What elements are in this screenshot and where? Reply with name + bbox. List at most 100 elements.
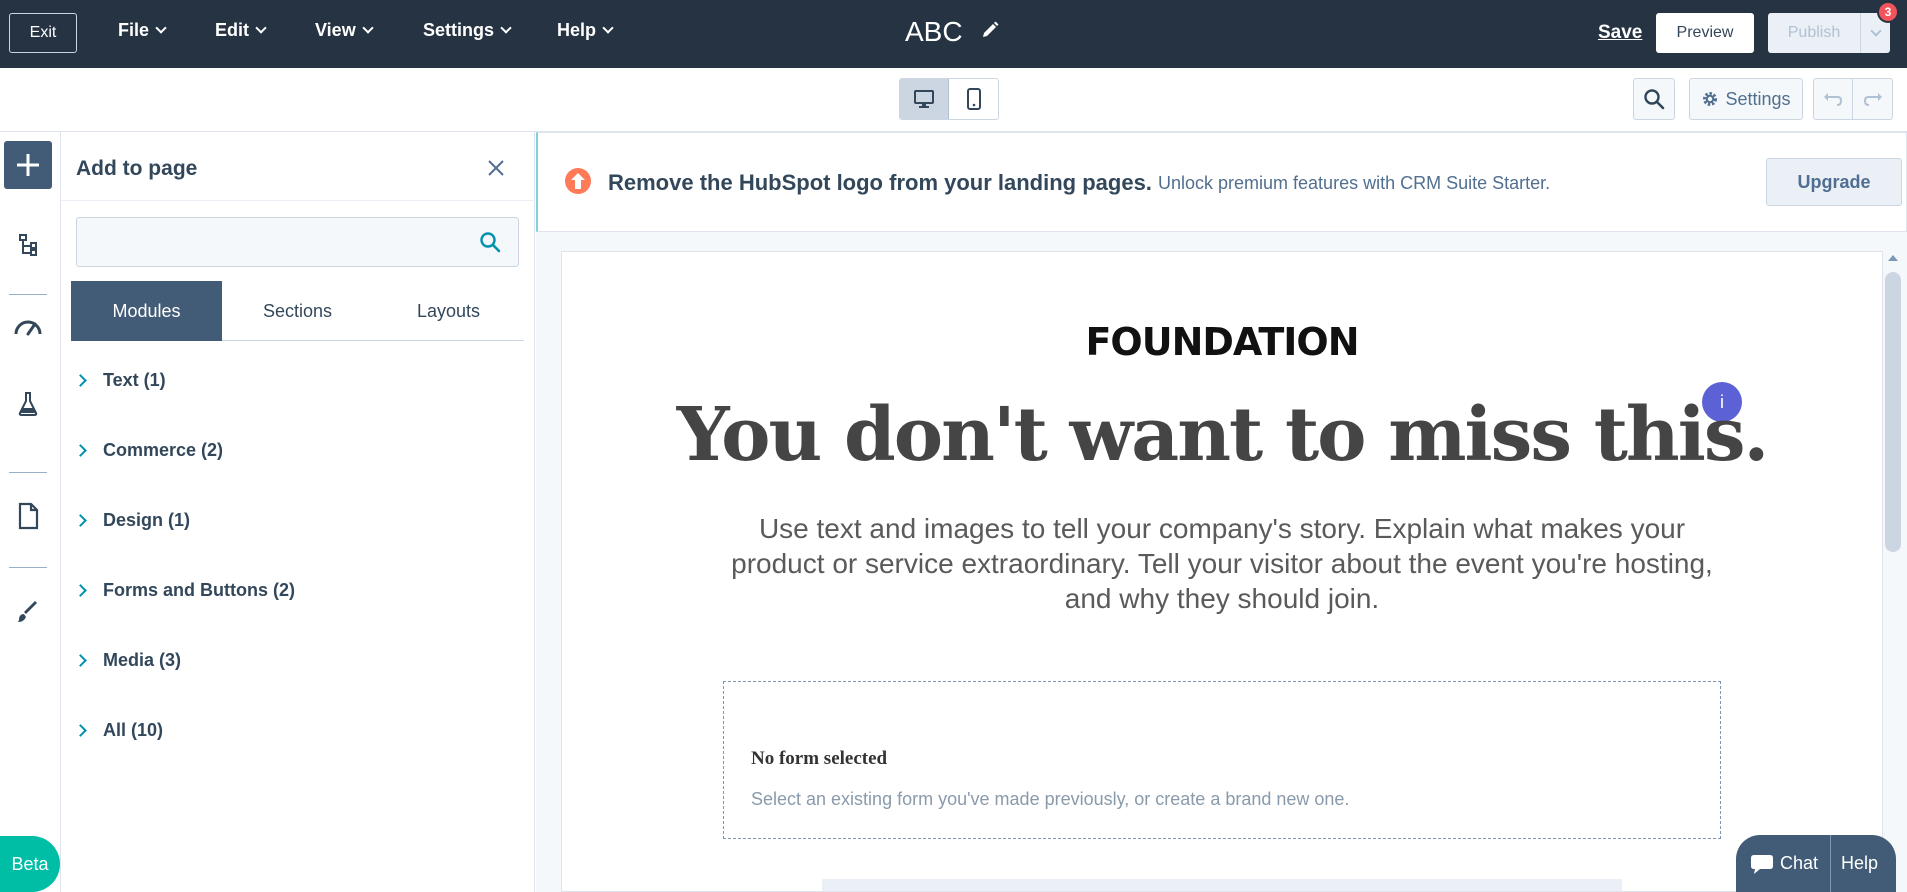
undo-button[interactable] xyxy=(1814,79,1854,119)
settings-label: Settings xyxy=(1725,88,1791,109)
rail-divider xyxy=(9,472,47,473)
search-icon[interactable] xyxy=(479,231,501,253)
search-button[interactable] xyxy=(1633,78,1675,120)
top-navigation-bar: Exit File Edit View Settings Help ABC Sa… xyxy=(0,0,1907,68)
rail-divider xyxy=(9,567,47,568)
chevron-right-icon xyxy=(74,514,87,527)
mobile-view-button[interactable] xyxy=(949,79,998,119)
panel-divider xyxy=(61,200,535,201)
undo-redo-group xyxy=(1813,78,1893,120)
form-module[interactable]: No form selected Select an existing form… xyxy=(723,681,1721,839)
chat-button[interactable]: Chat xyxy=(1736,835,1818,892)
chevron-down-icon xyxy=(500,22,512,34)
preview-button[interactable]: Preview xyxy=(1656,13,1754,53)
chevron-down-icon xyxy=(1869,24,1882,37)
upgrade-button[interactable]: Upgrade xyxy=(1766,158,1902,206)
beta-button[interactable]: Beta xyxy=(0,836,60,892)
device-preview-toggle xyxy=(899,78,999,120)
flask-icon xyxy=(18,392,38,416)
design-button[interactable] xyxy=(12,596,44,628)
form-empty-text: Select an existing form you've made prev… xyxy=(751,789,1350,809)
chevron-right-icon xyxy=(74,444,87,457)
banner-headline: Remove the HubSpot logo from your landin… xyxy=(608,170,1152,195)
document-title[interactable]: ABC xyxy=(905,16,963,48)
notification-badge: 3 xyxy=(1877,1,1899,23)
next-module-placeholder[interactable] xyxy=(822,879,1622,891)
chat-bubble-icon xyxy=(1751,854,1773,874)
close-icon[interactable] xyxy=(484,156,508,180)
page-button[interactable] xyxy=(12,500,44,532)
structure-button[interactable] xyxy=(12,230,44,262)
panel-title: Add to page xyxy=(76,157,198,180)
add-to-page-panel: Add to page Modules Sections Layouts Tex… xyxy=(61,132,535,892)
chat-help-widget: Chat Help xyxy=(1736,835,1896,892)
chevron-right-icon xyxy=(74,584,87,597)
file-menu-label: File xyxy=(118,20,150,40)
help-menu[interactable]: Help xyxy=(557,20,614,41)
tree-structure-icon xyxy=(19,234,37,256)
redo-icon xyxy=(1863,93,1882,106)
help-button[interactable]: Help xyxy=(1830,835,1878,892)
banner-description: Unlock premium features with CRM Suite S… xyxy=(1158,173,1551,193)
panel-tabs: Modules Sections Layouts xyxy=(71,281,524,341)
chevron-down-icon xyxy=(602,22,614,34)
category-commerce[interactable]: Commerce (2) xyxy=(74,440,224,461)
category-label: Text (1) xyxy=(103,370,166,390)
optimize-button[interactable] xyxy=(12,310,44,342)
edit-menu[interactable]: Edit xyxy=(215,20,267,41)
category-label: Commerce (2) xyxy=(103,440,224,460)
chat-label: Chat xyxy=(1780,853,1819,873)
save-link[interactable]: Save xyxy=(1598,22,1642,44)
page-preview: FOUNDATION i You don't want to miss this… xyxy=(561,251,1883,892)
rail-divider xyxy=(9,294,47,295)
help-menu-label: Help xyxy=(557,20,597,40)
category-label: All (10) xyxy=(103,720,164,740)
tab-modules[interactable]: Modules xyxy=(71,281,222,341)
form-empty-title: No form selected xyxy=(751,748,888,769)
scroll-up-arrow-icon[interactable] xyxy=(1888,255,1898,261)
arrow-up-circle-icon xyxy=(565,168,591,194)
redo-button[interactable] xyxy=(1853,79,1892,119)
category-media[interactable]: Media (3) xyxy=(74,650,182,671)
search-icon xyxy=(1644,89,1665,110)
editor-toolbar: Settings xyxy=(0,68,1907,132)
chevron-right-icon xyxy=(74,654,87,667)
publish-label: Publish xyxy=(1787,24,1841,41)
file-menu[interactable]: File xyxy=(118,20,167,41)
page-settings-button[interactable]: Settings xyxy=(1689,78,1803,120)
test-button[interactable] xyxy=(12,388,44,420)
brand-logo-text[interactable]: FOUNDATION xyxy=(562,320,1882,364)
category-label: Media (3) xyxy=(103,650,182,670)
speedometer-icon xyxy=(14,320,42,336)
module-search-input[interactable] xyxy=(77,218,477,266)
chevron-right-icon xyxy=(74,724,87,737)
mobile-icon xyxy=(966,88,981,110)
chevron-down-icon xyxy=(155,22,167,34)
undo-icon xyxy=(1824,93,1843,106)
gear-icon xyxy=(1703,92,1718,106)
category-forms-and-buttons[interactable]: Forms and Buttons (2) xyxy=(74,580,295,601)
category-text[interactable]: Text (1) xyxy=(74,370,166,391)
exit-button[interactable]: Exit xyxy=(9,13,77,53)
page-headline[interactable]: You don't want to miss this. xyxy=(562,392,1882,478)
page-body-text[interactable]: Use text and images to tell your company… xyxy=(722,511,1722,616)
edit-menu-label: Edit xyxy=(215,20,249,40)
view-menu[interactable]: View xyxy=(315,20,374,41)
desktop-icon xyxy=(914,90,934,108)
tab-layouts[interactable]: Layouts xyxy=(373,281,524,341)
category-design[interactable]: Design (1) xyxy=(74,510,191,531)
tab-sections[interactable]: Sections xyxy=(222,281,373,341)
brush-icon xyxy=(18,601,37,622)
pencil-icon[interactable] xyxy=(980,20,1000,40)
category-label: Design (1) xyxy=(103,510,191,530)
publish-button[interactable]: Publish xyxy=(1768,13,1890,53)
module-search-box xyxy=(76,217,519,267)
upgrade-banner: Remove the HubSpot logo from your landin… xyxy=(536,132,1907,232)
category-all[interactable]: All (10) xyxy=(74,720,164,741)
settings-menu[interactable]: Settings xyxy=(423,20,512,41)
scrollbar-thumb[interactable] xyxy=(1885,272,1901,552)
desktop-view-button[interactable] xyxy=(900,79,950,119)
chevron-right-icon xyxy=(74,374,87,387)
add-content-button[interactable] xyxy=(4,141,52,189)
chevron-down-icon xyxy=(255,22,267,34)
